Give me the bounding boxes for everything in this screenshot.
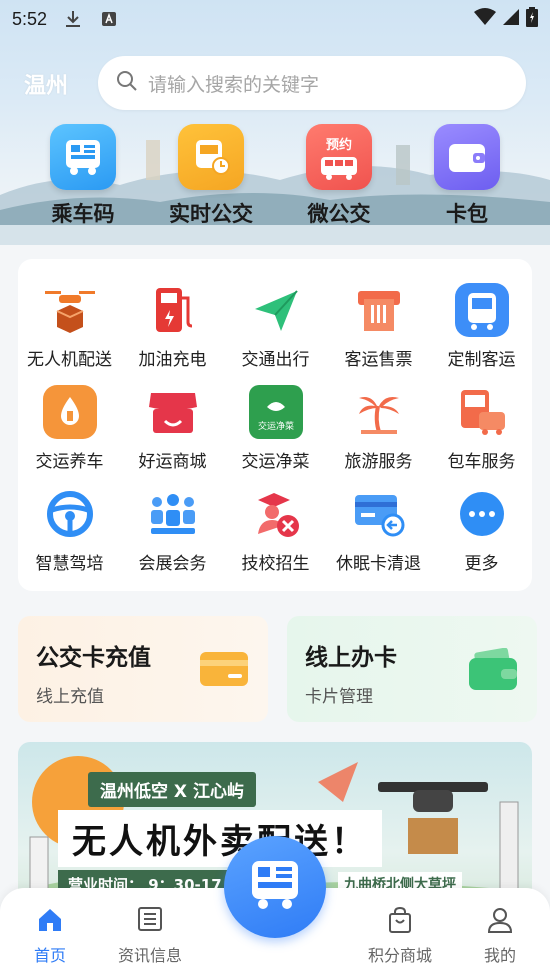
quick-card-wallet[interactable]: 卡包	[419, 124, 515, 228]
service-travel[interactable]: 交通出行	[224, 281, 327, 370]
service-fresh-food[interactable]: 交运净菜 交运净菜	[224, 383, 327, 472]
graduation-tools-icon	[247, 485, 305, 543]
online-card-apply[interactable]: 线上办卡 卡片管理	[287, 616, 537, 722]
service-more[interactable]: 更多	[430, 485, 533, 574]
status-time: 5:52	[12, 8, 48, 29]
drone-icon	[41, 281, 99, 339]
banner-tag: 温州低空 X 江心屿	[88, 772, 256, 807]
user-icon	[460, 906, 540, 934]
service-label: 好运商城	[138, 452, 207, 472]
service-label: 更多	[464, 554, 499, 574]
quick-label: 乘车码	[51, 202, 115, 226]
service-label: 包车服务	[447, 452, 516, 472]
service-car-care[interactable]: 交运养车	[18, 383, 121, 472]
search-placeholder: 请输入搜索的关键字	[148, 73, 320, 96]
service-grid: 无人机配送 加油充电 交通出行 客运售票 定制客运 交运养车 好运商城 交运净菜…	[18, 259, 532, 591]
service-label: 旅游服务	[344, 452, 413, 472]
more-icon	[453, 485, 511, 543]
tab-profile[interactable]: 我的	[460, 906, 540, 966]
charter-bus-icon	[453, 383, 511, 441]
custom-bus-icon	[453, 281, 511, 339]
mini-bus-icon: 预约	[306, 124, 372, 190]
wifi-icon	[474, 8, 496, 30]
service-mall[interactable]: 好运商城	[121, 383, 224, 472]
bus-card-recharge[interactable]: 公交卡充值 线上充值	[18, 616, 268, 722]
card-title: 线上办卡	[305, 645, 397, 671]
service-label: 定制客运	[447, 350, 516, 370]
ride-code-fab-button[interactable]	[224, 836, 326, 938]
quick-label: 实时公交	[169, 202, 253, 226]
tab-news[interactable]: 资讯信息	[110, 906, 190, 966]
quick-label: 卡包	[446, 202, 488, 226]
fresh-food-icon: 交运净菜	[247, 383, 305, 441]
battery-icon	[526, 7, 538, 31]
car-care-icon	[41, 383, 99, 441]
svg-text:交运净菜: 交运净菜	[257, 420, 293, 432]
wallet-icon	[434, 124, 500, 190]
quick-label: 微公交	[307, 202, 371, 226]
home-icon	[10, 906, 90, 934]
qr-bus-icon	[50, 124, 116, 190]
service-school-enrollment[interactable]: 技校招生	[224, 485, 327, 574]
ticket-icon	[350, 281, 408, 339]
service-label: 技校招生	[241, 554, 310, 574]
card-refund-icon	[350, 485, 408, 543]
service-ticketing[interactable]: 客运售票	[327, 281, 430, 370]
steering-wheel-icon	[41, 485, 99, 543]
paper-plane-icon	[247, 281, 305, 339]
card-title: 公交卡充值	[36, 645, 151, 671]
service-label: 无人机配送	[27, 350, 112, 370]
fuel-pump-icon	[144, 281, 202, 339]
tab-label: 我的	[483, 946, 516, 965]
service-label: 交运净菜	[241, 452, 310, 472]
quick-ride-code[interactable]: 乘车码	[35, 124, 131, 228]
service-fuel-charge[interactable]: 加油充电	[121, 281, 224, 370]
quick-realtime-bus[interactable]: 实时公交	[163, 124, 259, 228]
service-label: 交运养车	[35, 452, 104, 472]
quick-micro-bus[interactable]: 预约 微公交	[291, 124, 387, 228]
palm-tree-icon	[350, 383, 408, 441]
news-icon	[110, 906, 190, 934]
service-custom-coach[interactable]: 定制客运	[430, 281, 533, 370]
service-label: 客运售票	[344, 350, 413, 370]
service-tourism[interactable]: 旅游服务	[327, 383, 430, 472]
banner-title: 无人机外卖配送！	[58, 810, 382, 867]
meeting-icon	[144, 485, 202, 543]
tab-label: 首页	[33, 946, 66, 965]
tab-home[interactable]: 首页	[10, 906, 90, 966]
shopping-bag-icon	[360, 906, 440, 934]
search-input[interactable]: 请输入搜索的关键字	[98, 56, 526, 110]
service-label: 智慧驾培	[35, 554, 104, 574]
card-subtitle: 线上充值	[36, 687, 104, 707]
status-bar: 5:52	[0, 0, 550, 38]
shop-icon	[144, 383, 202, 441]
service-label: 交通出行	[241, 350, 310, 370]
service-dormant-card[interactable]: 休眠卡清退	[327, 485, 430, 574]
city-selector[interactable]: 温州	[24, 68, 68, 100]
download-icon	[63, 9, 83, 29]
service-label: 休眠卡清退	[336, 554, 421, 574]
service-driving-school[interactable]: 智慧驾培	[18, 485, 121, 574]
card-icon	[198, 648, 250, 694]
search-icon	[116, 70, 138, 96]
reservation-badge: 预约	[325, 137, 352, 153]
tab-label: 积分商城	[367, 946, 432, 965]
card-wallet-icon	[467, 647, 519, 696]
service-charter[interactable]: 包车服务	[430, 383, 533, 472]
signal-icon	[502, 8, 520, 30]
card-subtitle: 卡片管理	[305, 687, 373, 707]
tab-points-mall[interactable]: 积分商城	[360, 906, 440, 966]
service-label: 加油充电	[138, 350, 207, 370]
service-drone-delivery[interactable]: 无人机配送	[18, 281, 121, 370]
service-exhibition[interactable]: 会展会务	[121, 485, 224, 574]
service-label: 会展会务	[138, 554, 207, 574]
bus-clock-icon	[178, 124, 244, 190]
qr-bus-icon	[248, 857, 302, 917]
app-notification-icon	[99, 9, 119, 29]
tab-label: 资讯信息	[117, 946, 182, 965]
